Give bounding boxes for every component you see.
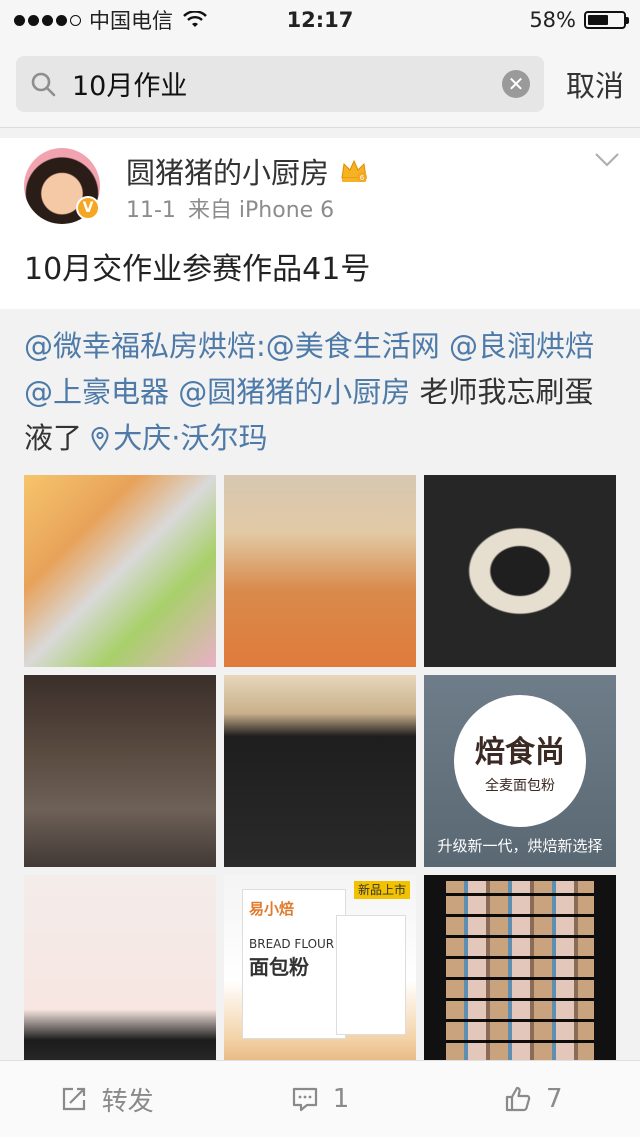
image-thumbnail[interactable] <box>24 875 216 1067</box>
location-link[interactable]: 大庆·沃尔玛 <box>91 421 267 455</box>
post-meta: 11-1 来自 iPhone 6 <box>126 192 334 224</box>
comment-count: 1 <box>332 1084 350 1114</box>
action-bar: 转发 1 7 <box>0 1060 640 1137</box>
post-header: V 圆猪猪的小厨房 6 11-1 来自 iPhone 6 <box>0 138 640 250</box>
retweet-block[interactable]: @微幸福私房烘焙:@美食生活网 @良润烘焙 @上豪电器 @圆猪猪的小厨房 老师我… <box>0 309 640 1085</box>
flour-bag: 易小焙 BREAD FLOUR 面包粉 <box>242 889 346 1039</box>
clear-search-icon[interactable]: ✕ <box>501 69 530 98</box>
image-grid: 焙食尚 全麦面包粉 升级新一代，烘焙新选择 易小焙 BREAD FLOUR 面包… <box>24 475 616 1067</box>
weibo-post: V 圆猪猪的小厨房 6 11-1 来自 iPhone 6 10月交作业参赛作品41… <box>0 138 640 1085</box>
like-count: 7 <box>546 1084 563 1114</box>
location-pin-icon <box>91 427 109 451</box>
share-icon <box>62 1087 85 1111</box>
flour-en: BREAD FLOUR <box>249 937 335 951</box>
retweet-colon: : <box>256 329 266 363</box>
search-input[interactable] <box>70 67 502 100</box>
image-thumbnail[interactable] <box>24 475 216 667</box>
flour-cn: 面包粉 <box>249 955 309 979</box>
like-button[interactable]: 7 <box>427 1061 640 1137</box>
svg-text:6: 6 <box>360 174 365 182</box>
image-thumbnail[interactable] <box>424 875 616 1067</box>
new-product-tag: 新品上市 <box>353 881 410 900</box>
image-thumbnail[interactable] <box>224 675 416 867</box>
product-caption: 升级新一代，烘焙新选择 <box>437 837 603 855</box>
cancel-button[interactable]: 取消 <box>566 63 624 105</box>
mention-link[interactable]: @圆猪猪的小厨房 <box>178 375 410 409</box>
repost-label: 转发 <box>101 1086 154 1117</box>
post-text: 10月交作业参赛作品41号 <box>24 252 371 287</box>
retweet-text: @微幸福私房烘焙:@美食生活网 @良润烘焙 @上豪电器 @圆猪猪的小厨房 老师我… <box>24 323 616 461</box>
mention-link[interactable]: @美食生活网 <box>266 329 440 363</box>
mention-link[interactable]: @微幸福私房烘焙 <box>24 329 256 363</box>
search-box[interactable]: ✕ <box>16 55 544 112</box>
post-source: 来自 iPhone 6 <box>187 198 335 223</box>
mention-link[interactable]: @良润烘焙 <box>449 329 594 363</box>
username[interactable]: 圆猪猪的小厨房 <box>126 150 329 192</box>
image-thumbnail[interactable] <box>424 475 616 667</box>
status-bar: 中国电信 12:17 58% <box>0 0 640 40</box>
search-icon <box>31 72 56 96</box>
comment-icon <box>292 1087 317 1112</box>
mention-link[interactable]: @上豪电器 <box>24 375 169 409</box>
verified-badge-icon: V <box>76 196 100 220</box>
post-date: 11-1 <box>126 198 176 223</box>
wifi-icon <box>183 11 207 27</box>
product-title: 焙食尚 <box>475 735 565 770</box>
vip-crown-icon: 6 <box>341 159 368 182</box>
search-bar: ✕ 取消 <box>0 40 640 128</box>
comment-button[interactable]: 1 <box>213 1061 426 1137</box>
chevron-down-icon[interactable] <box>594 152 620 168</box>
image-thumbnail[interactable] <box>24 675 216 867</box>
image-thumbnail[interactable]: 焙食尚 全麦面包粉 升级新一代，烘焙新选择 <box>424 675 616 867</box>
product-subtitle: 全麦面包粉 <box>485 778 555 794</box>
thumbs-up-icon <box>505 1086 531 1112</box>
repost-button[interactable]: 转发 <box>0 1061 213 1137</box>
product-logo: 焙食尚 全麦面包粉 <box>454 695 586 827</box>
battery-icon <box>584 11 629 29</box>
signal-icon <box>14 14 81 26</box>
image-thumbnail[interactable]: 易小焙 BREAD FLOUR 面包粉 新品上市 <box>224 875 416 1067</box>
image-thumbnail[interactable] <box>224 475 416 667</box>
location-label: 大庆·沃尔玛 <box>113 421 268 455</box>
flour-brand: 易小焙 <box>249 900 295 918</box>
battery-percent: 58% <box>529 8 576 32</box>
carrier-label: 中国电信 <box>89 9 173 33</box>
flour-bag-small <box>336 915 406 1035</box>
